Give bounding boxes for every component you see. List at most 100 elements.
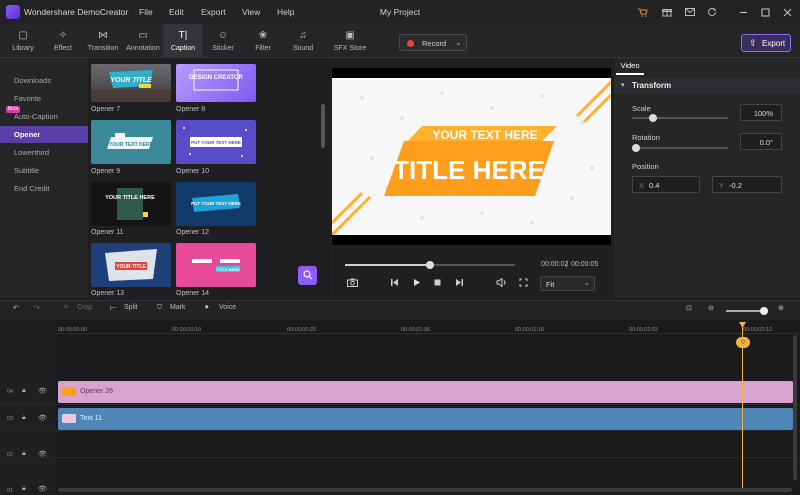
timeline-vertical-scrollbar[interactable] xyxy=(793,335,797,480)
thumbnail-opener-14[interactable]: TITLE HERE xyxy=(176,243,256,287)
chevron-down-icon[interactable]: ⌄ xyxy=(455,38,462,47)
redo-icon[interactable]: ↷ xyxy=(34,304,40,312)
crop-button[interactable]: Crop xyxy=(77,304,92,311)
menu-file[interactable]: File xyxy=(139,7,153,17)
caption-icon: T| xyxy=(178,30,188,41)
tab-sticker[interactable]: ☺ Sticker xyxy=(203,24,243,58)
step-back-icon[interactable] xyxy=(387,277,401,291)
thumbnail-opener-11[interactable]: YOUR TITLE HERE xyxy=(91,182,171,226)
rotation-value: 0.0° xyxy=(759,138,773,147)
mark-icon[interactable]: ⛉ xyxy=(157,304,162,312)
zoom-out-icon[interactable]: ⊖ xyxy=(708,304,714,312)
transform-section-header[interactable]: ▾ Transform xyxy=(614,78,800,94)
tab-video[interactable]: Video xyxy=(616,58,644,75)
category-end-credit[interactable]: End Credit xyxy=(0,180,88,197)
menu-help[interactable]: Help xyxy=(277,7,294,17)
eye-icon[interactable]: 👁︎ xyxy=(38,450,47,458)
tab-sound[interactable]: ♫ Sound xyxy=(283,24,323,58)
thumbnail-opener-13[interactable]: YOUR TITLE xyxy=(91,243,171,287)
clip-opener-26[interactable]: Opener 26 xyxy=(58,381,793,403)
crop-icon[interactable]: ⌗ xyxy=(64,304,68,312)
category-subtitle[interactable]: Subtitle xyxy=(0,162,88,179)
mark-button[interactable]: Mark xyxy=(170,304,186,311)
opener-14-text: TITLE HERE xyxy=(216,267,240,272)
fullscreen-icon[interactable] xyxy=(516,277,530,291)
rotation-slider-handle[interactable] xyxy=(632,144,640,152)
position-x-input[interactable]: X 0.4 xyxy=(632,176,700,193)
opener-12-preview: PUT YOUR TEXT HERE xyxy=(191,194,241,212)
zoom-fit-select[interactable]: Fit ⌄ xyxy=(540,276,595,291)
scrubber-handle[interactable] xyxy=(426,261,434,269)
voice-icon[interactable]: ⏺ xyxy=(205,304,209,312)
thumbnail-opener-8[interactable]: DESIGN CREATOR xyxy=(176,64,256,102)
category-opener[interactable]: Opener xyxy=(0,126,88,143)
thumbnail-opener-10[interactable]: PUT YOUR TEXT HERE xyxy=(176,120,256,164)
refresh-icon[interactable] xyxy=(705,5,719,19)
time-separator: | xyxy=(566,261,568,268)
minimize-icon[interactable] xyxy=(736,5,750,19)
lock-icon[interactable]: 🔒︎ xyxy=(22,414,26,422)
thumbnail-opener-7[interactable]: YOUR TITLE xyxy=(91,64,171,102)
cart-icon[interactable] xyxy=(636,5,650,19)
scrubber-progress xyxy=(345,264,430,266)
playhead-handle[interactable]: ⟨⟩ xyxy=(736,337,750,348)
timeline-zoom-handle[interactable] xyxy=(760,307,768,315)
zoom-in-icon[interactable]: ⊕ xyxy=(778,304,784,312)
gift-icon[interactable] xyxy=(660,5,674,19)
lock-icon[interactable]: 🔒︎ xyxy=(22,450,26,458)
clip-text-11[interactable]: Text 11 xyxy=(58,408,793,430)
library-icon: ▢ xyxy=(18,30,28,41)
fit-timeline-icon[interactable]: ⊡ xyxy=(686,304,692,312)
menu-edit[interactable]: Edit xyxy=(169,7,184,17)
volume-icon[interactable] xyxy=(494,277,508,291)
voice-button[interactable]: Voice xyxy=(219,304,236,311)
opener-7-text: YOUR TITLE xyxy=(110,77,152,84)
snapshot-icon[interactable] xyxy=(345,277,359,291)
thumbnail-opener-12[interactable]: PUT YOUR TEXT HERE xyxy=(176,182,256,226)
eye-icon[interactable]: 👁︎ xyxy=(38,485,47,493)
preview-canvas[interactable]: YOUR TEXT HERE TITLE HERE xyxy=(332,68,611,245)
category-auto-caption[interactable]: Auto-Caption xyxy=(0,108,88,125)
timeline-horizontal-scrollbar[interactable] xyxy=(58,488,792,492)
position-y-input[interactable]: Y -0.2 xyxy=(712,176,782,193)
record-button[interactable]: Record ⌄ xyxy=(399,34,467,51)
rotation-slider[interactable] xyxy=(632,144,728,152)
eye-icon[interactable]: 👁︎ xyxy=(38,387,47,395)
scale-input[interactable]: 100% xyxy=(740,104,782,121)
split-button[interactable]: Split xyxy=(124,304,138,311)
category-favorite[interactable]: Favorite xyxy=(0,90,88,107)
lock-icon[interactable]: 🔒︎ xyxy=(22,387,26,395)
tab-effect[interactable]: ✧ Effect xyxy=(43,24,83,58)
search-button[interactable] xyxy=(298,266,317,285)
stop-icon[interactable] xyxy=(430,277,444,291)
scale-slider-handle[interactable] xyxy=(649,114,657,122)
menu-export[interactable]: Export xyxy=(201,7,226,17)
eye-icon[interactable]: 👁︎ xyxy=(38,414,47,422)
accent-stripe xyxy=(582,93,611,124)
lock-icon[interactable]: 🔒︎ xyxy=(22,485,26,493)
tab-library[interactable]: ▢ Library xyxy=(3,24,43,58)
tab-annotation[interactable]: ▭ Annotation xyxy=(123,24,163,58)
undo-icon[interactable]: ↶ xyxy=(13,304,19,312)
preview-scrubber[interactable] xyxy=(345,261,515,269)
sfx-store-icon: ▣ xyxy=(345,30,355,41)
maximize-icon[interactable] xyxy=(758,5,772,19)
mail-icon[interactable] xyxy=(683,5,697,19)
tab-filter[interactable]: ❀ Filter xyxy=(243,24,283,58)
split-icon[interactable]: ⊢ xyxy=(110,304,116,312)
close-icon[interactable] xyxy=(780,5,794,19)
step-forward-icon[interactable] xyxy=(452,277,466,291)
export-button[interactable]: ⇧ Export xyxy=(741,34,791,52)
play-icon[interactable] xyxy=(409,277,423,291)
thumbnail-opener-9[interactable]: YOUR TEXT HERE xyxy=(91,120,171,164)
category-lowerthird[interactable]: Lowerthird xyxy=(0,144,88,161)
tab-caption[interactable]: T| Caption xyxy=(163,24,203,58)
category-downloads[interactable]: Downloads xyxy=(0,72,88,89)
rotation-input[interactable]: 0.0° xyxy=(740,133,782,150)
grid-scrollbar[interactable] xyxy=(321,104,325,148)
scale-slider[interactable] xyxy=(632,114,728,122)
menu-view[interactable]: View xyxy=(242,7,260,17)
position-x-value: 0.4 xyxy=(649,181,660,190)
tab-sfx-store[interactable]: ▣ SFX Store xyxy=(328,24,372,58)
tab-transition[interactable]: ⋈ Transition xyxy=(83,24,123,58)
